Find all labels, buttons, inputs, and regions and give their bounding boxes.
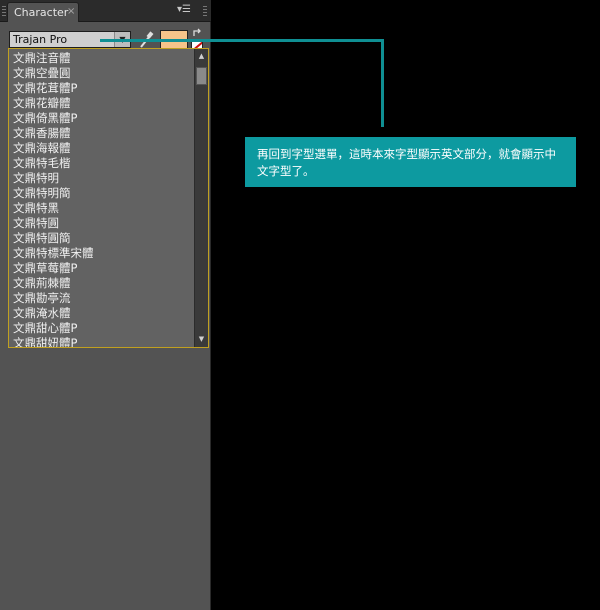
scroll-up-arrow-icon[interactable]: ▲: [195, 50, 208, 63]
callout-connector-horizontal: [100, 39, 384, 42]
font-list-item[interactable]: 文鼎特毛楷: [9, 156, 195, 171]
font-list-item[interactable]: 文鼎花茸體P: [9, 81, 195, 96]
font-dropdown-list[interactable]: 文鼎注音體 文鼎空疊圓 文鼎花茸體P 文鼎花瓣體 文鼎倚黑體P 文鼎香腸體 文鼎海報體 文鼎特…: [8, 48, 209, 348]
panel-header: Character × ▾☰: [0, 0, 211, 22]
callout-connector-vertical: [381, 39, 384, 127]
character-panel: Character × ▾☰ Trajan Pro ▼ 文鼎注音體文鼎空疊圓文鼎…: [0, 0, 211, 610]
font-list-item[interactable]: 文鼎草莓體P: [9, 261, 195, 276]
swap-colors-icon[interactable]: [192, 28, 202, 38]
font-list-item[interactable]: 文鼎香腸體: [9, 126, 195, 141]
font-family-value: Trajan Pro: [13, 33, 68, 46]
scroll-down-arrow-icon[interactable]: ▼: [195, 333, 208, 346]
font-list-item[interactable]: 文鼎花瓣體: [9, 96, 195, 111]
font-list-item[interactable]: 文鼎淹水體: [9, 306, 195, 321]
font-list-item[interactable]: 文鼎特明: [9, 171, 195, 186]
callout-text: 再回到字型選單，這時本來字型顯示英文部分，就會顯示中文字型了。: [257, 147, 556, 178]
callout-box: 再回到字型選單，這時本來字型顯示英文部分，就會顯示中文字型了。: [245, 137, 576, 187]
font-list-item[interactable]: 文鼎甜妞體P: [9, 336, 195, 347]
scrollbar[interactable]: ▲ ▼: [194, 49, 208, 347]
font-list-item[interactable]: 文鼎特圓簡: [9, 231, 195, 246]
font-list: 文鼎注音體 文鼎空疊圓 文鼎花茸體P 文鼎花瓣體 文鼎倚黑體P 文鼎香腸體 文鼎海報體 文鼎特…: [9, 51, 195, 347]
font-list-item[interactable]: 文鼎勘亭流: [9, 291, 195, 306]
font-list-item[interactable]: 文鼎特明簡: [9, 186, 195, 201]
font-list-item[interactable]: 文鼎甜心體P: [9, 321, 195, 336]
font-list-item[interactable]: 文鼎海報體: [9, 141, 195, 156]
font-list-item[interactable]: 文鼎倚黑體P: [9, 111, 195, 126]
tab-label: Character: [14, 6, 69, 19]
font-list-item[interactable]: 文鼎注音體: [9, 51, 195, 66]
font-list-item[interactable]: 文鼎荊棘體: [9, 276, 195, 291]
font-list-item[interactable]: 文鼎特圓: [9, 216, 195, 231]
panel-grip-right[interactable]: [203, 6, 207, 16]
panel-menu-icon[interactable]: ▾☰: [177, 4, 191, 15]
font-list-item[interactable]: 文鼎空疊圓: [9, 66, 195, 81]
font-list-item[interactable]: 文鼎特標準宋體: [9, 246, 195, 261]
scroll-thumb[interactable]: [196, 67, 207, 85]
tab-character[interactable]: Character ×: [7, 2, 79, 22]
panel-grip[interactable]: [2, 6, 6, 16]
font-list-item[interactable]: 文鼎特黑: [9, 201, 195, 216]
close-icon[interactable]: ×: [67, 6, 75, 17]
